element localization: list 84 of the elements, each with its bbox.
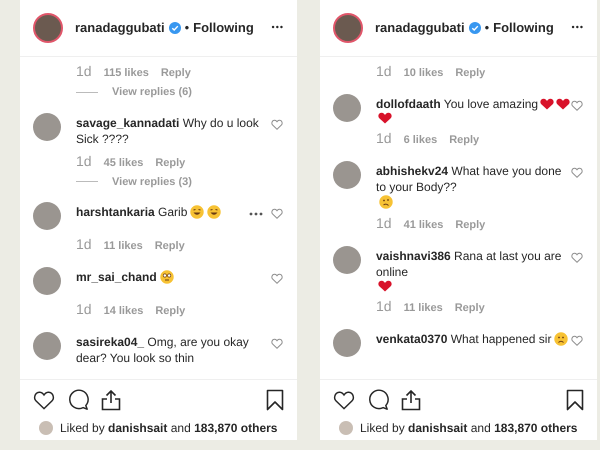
share-icon[interactable] <box>101 389 121 411</box>
post-username[interactable]: ranadaggubati <box>75 18 165 38</box>
like-count: 14 likes <box>104 304 144 319</box>
reply-link[interactable]: Reply <box>449 132 480 148</box>
comment-text: savage_kannadati Why do u look Sick ???? <box>76 114 260 146</box>
comment-icon[interactable] <box>67 389 89 411</box>
avatar-placeholder <box>333 94 361 122</box>
reply-link[interactable]: Reply <box>155 303 186 320</box>
reply-link[interactable]: Reply <box>155 154 186 171</box>
profile-avatar-placeholder <box>333 13 363 43</box>
avatar-placeholder <box>33 332 61 360</box>
avatar-placeholder <box>333 329 361 357</box>
liked-by-text: Liked by danishsait and 183,870 others <box>60 420 278 437</box>
comment-time: 1d <box>76 152 92 170</box>
avatar-placeholder <box>33 267 61 295</box>
reply-link[interactable]: Reply <box>455 217 486 234</box>
laughing-emoji-icon <box>207 205 222 219</box>
like-heart-icon[interactable] <box>271 273 283 284</box>
heart-icon[interactable] <box>33 390 55 410</box>
separator-dot: • <box>184 19 190 38</box>
heart-icon[interactable] <box>333 390 355 410</box>
bookmark-icon[interactable] <box>266 389 284 411</box>
avatar-placeholder <box>333 246 361 274</box>
comment-time: 1d <box>376 214 392 233</box>
heart-emoji-icon <box>540 98 554 110</box>
more-options-icon[interactable] <box>249 212 263 216</box>
comment-time: 1d <box>376 129 392 148</box>
following-label[interactable]: Following <box>193 18 254 38</box>
reply-link[interactable]: Reply <box>154 238 185 254</box>
like-heart-icon[interactable] <box>571 335 583 346</box>
bookmark-icon[interactable] <box>566 389 584 411</box>
heart-emoji-icon <box>378 280 392 292</box>
comment-icon[interactable] <box>367 389 389 411</box>
comment-text: harshtankaria Garib <box>76 204 188 220</box>
more-options-menu[interactable]: ••• <box>572 21 584 35</box>
comment-text: sasireka04_ Omg, are you okay dear? You look so thin <box>76 334 250 366</box>
comment-text: abhishekv24 What have you done to your Body?? <box>376 163 562 195</box>
like-count: 11 likes <box>104 239 143 254</box>
comment-text: dollofdaath You love amazing <box>376 96 538 112</box>
like-count: 41 likes <box>404 218 444 233</box>
liker-avatar-placeholder <box>39 421 53 435</box>
view-replies-link[interactable]: View replies (3) <box>112 174 192 190</box>
liked-by-text: Liked by danishsait and 183,870 others <box>360 420 578 437</box>
verified-badge-icon <box>168 22 181 34</box>
comment-time: 1d <box>376 62 392 81</box>
comment-time: 1d <box>376 297 392 316</box>
comment-time: 1d <box>76 235 92 254</box>
comment-text: venkata0370 What happened sir <box>376 331 552 347</box>
avatar-placeholder <box>333 161 361 189</box>
like-count: 45 likes <box>104 156 144 170</box>
reply-link[interactable]: Reply <box>455 65 486 82</box>
sad-emoji-icon <box>554 332 568 346</box>
like-heart-icon[interactable] <box>571 100 583 111</box>
verified-badge-icon <box>468 22 481 34</box>
comment-time: 1d <box>76 62 92 81</box>
view-replies-link[interactable]: View replies (6) <box>112 84 192 100</box>
avatar-placeholder <box>33 202 61 230</box>
avatar-placeholder <box>33 112 61 140</box>
more-options-menu[interactable]: ••• <box>272 21 284 35</box>
like-count: 6 likes <box>404 133 438 148</box>
reply-link[interactable]: Reply <box>454 300 485 316</box>
heart-emoji-icon <box>556 98 570 110</box>
separator-dot: • <box>484 19 490 38</box>
comment-text: vaishnavi386 Rana at last you are online <box>376 248 562 280</box>
like-heart-icon[interactable] <box>271 208 283 219</box>
post-username[interactable]: ranadaggubati <box>375 18 465 38</box>
like-heart-icon[interactable] <box>271 338 283 349</box>
like-heart-icon[interactable] <box>271 118 283 130</box>
like-count: 10 likes <box>404 66 444 81</box>
following-label[interactable]: Following <box>493 18 554 38</box>
like-heart-icon[interactable] <box>571 252 583 263</box>
liker-avatar-placeholder <box>339 421 353 435</box>
like-heart-icon[interactable] <box>571 167 583 178</box>
comment-time: 1d <box>76 300 92 319</box>
share-icon[interactable] <box>401 389 421 411</box>
like-count: 115 likes <box>104 66 149 81</box>
like-count: 11 likes <box>404 301 443 316</box>
comment-text: mr_sai_chand <box>76 269 157 285</box>
flushed-emoji-icon <box>160 270 174 284</box>
confused-emoji-icon <box>379 195 393 209</box>
laughing-emoji-icon <box>190 205 204 219</box>
reply-link[interactable]: Reply <box>160 65 191 82</box>
heart-emoji-icon <box>378 112 392 124</box>
profile-avatar-placeholder <box>33 13 63 43</box>
